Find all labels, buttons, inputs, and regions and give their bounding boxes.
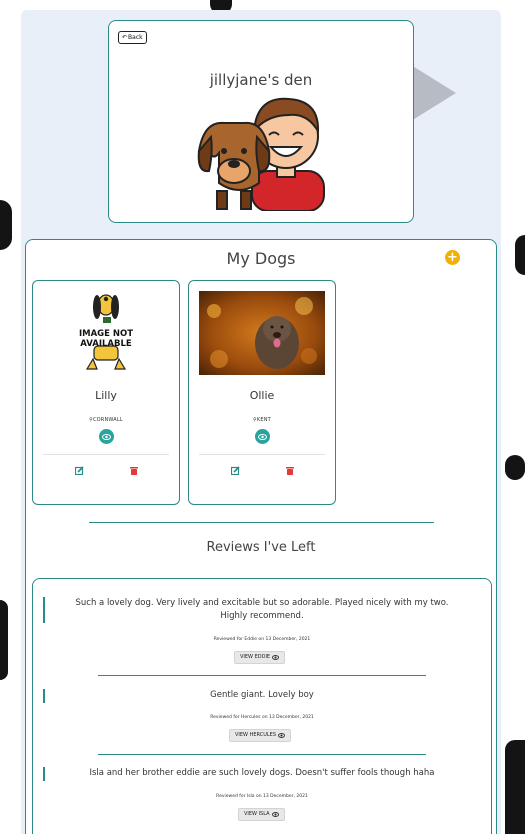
dog-location: ⚲CORNWALL xyxy=(89,417,123,423)
review-text: Such a lovely dog. Very lively and excit… xyxy=(75,598,449,621)
add-dog-button[interactable]: + xyxy=(445,250,460,265)
quote-bar xyxy=(43,689,45,703)
review-divider xyxy=(98,754,426,755)
eye-icon xyxy=(258,433,267,440)
edit-icon[interactable] xyxy=(231,466,240,475)
background-blob xyxy=(0,600,8,680)
view-button-label: VIEW HERCULES xyxy=(235,732,277,738)
view-dog-review-button[interactable]: VIEW HERCULES xyxy=(229,729,292,742)
my-dogs-title: My Dogs xyxy=(226,249,296,268)
section-divider xyxy=(89,522,434,523)
trash-icon[interactable] xyxy=(286,466,294,475)
owner-and-dog-avatar xyxy=(197,97,325,211)
eye-icon xyxy=(272,655,280,660)
profile-title: jillyjane's den xyxy=(209,71,313,89)
reviews-card: Such a lovely dog. Very lively and excit… xyxy=(32,578,492,834)
reviews-title: Reviews I've Left xyxy=(206,540,316,555)
background-triangle xyxy=(411,65,456,121)
card-divider xyxy=(43,454,169,455)
eye-icon xyxy=(102,433,111,440)
review-text: Gentle giant. Lovely boy xyxy=(210,690,314,700)
dog-card: IMAGE NOT AVAILABLE Lilly ⚲CORNWALL xyxy=(32,280,180,505)
view-dog-review-button[interactable]: VIEW ISLA xyxy=(238,808,285,821)
view-dog-review-button[interactable]: VIEW EDDIE xyxy=(234,651,286,664)
background-blob xyxy=(0,200,12,250)
eye-icon xyxy=(271,812,279,817)
svg-text:IMAGE NOT: IMAGE NOT xyxy=(79,329,133,339)
eye-icon xyxy=(278,733,286,738)
dog-card: Ollie ⚲KENT xyxy=(188,280,336,505)
dog-location: ⚲KENT xyxy=(253,417,271,423)
quote-bar xyxy=(43,767,45,781)
review-meta: Reviewed for Hercules on 13 December, 20… xyxy=(210,715,314,720)
my-dogs-section: My Dogs + IMAGE NOT AVAILABLE Lilly ⚲COR… xyxy=(25,239,497,834)
background-blob xyxy=(505,740,525,834)
back-button-label: Back xyxy=(128,34,143,41)
edit-icon[interactable] xyxy=(75,466,84,475)
profile-card: ↶ Back jillyjane's den xyxy=(108,20,414,223)
review-meta: Reviewed for Eddie on 13 December, 2021 xyxy=(213,637,311,642)
background-blob xyxy=(515,235,525,275)
dog-photo xyxy=(199,291,325,375)
view-dog-button[interactable] xyxy=(255,429,270,444)
back-button[interactable]: ↶ Back xyxy=(118,31,147,44)
view-button-label: VIEW ISLA xyxy=(244,811,270,817)
background-blob xyxy=(505,455,525,480)
view-button-label: VIEW EDDIE xyxy=(240,654,271,660)
trash-icon[interactable] xyxy=(130,466,138,475)
dog-name: Lilly xyxy=(95,389,117,402)
quote-bar xyxy=(43,597,45,623)
review-divider xyxy=(98,675,426,676)
plus-circle-icon: + xyxy=(447,250,458,265)
undo-icon: ↶ xyxy=(122,34,128,41)
card-divider xyxy=(199,454,325,455)
image-not-available-placeholder: IMAGE NOT AVAILABLE xyxy=(43,291,169,375)
view-dog-button[interactable] xyxy=(99,429,114,444)
review-text: Isla and her brother eddie are such love… xyxy=(89,768,435,778)
review-meta: Reviewed for Isla on 13 December, 2021 xyxy=(216,794,308,799)
dog-name: Ollie xyxy=(249,389,275,402)
svg-text:AVAILABLE: AVAILABLE xyxy=(80,339,132,349)
